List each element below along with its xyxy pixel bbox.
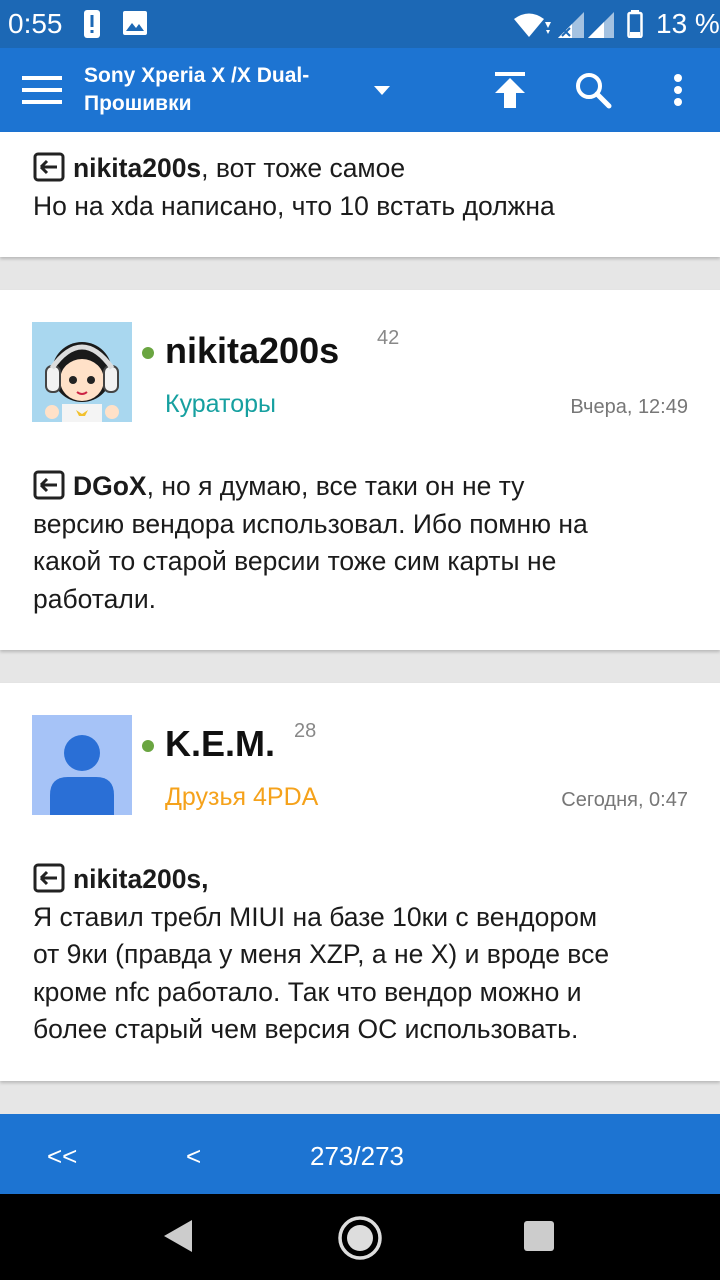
search-icon[interactable] <box>571 68 615 112</box>
post-card: K.E.M. 28 Друзья 4PDA Сегодня, 0:47 niki… <box>0 683 720 1081</box>
battery-icon <box>627 10 643 43</box>
user-group: Друзья 4PDA <box>165 783 319 811</box>
post-text-line: от 9ки (правда у меня XZP, а не X) и вро… <box>33 939 610 969</box>
reply-icon[interactable] <box>33 863 65 893</box>
reply-icon[interactable] <box>33 470 65 500</box>
prev-page-button[interactable]: < <box>186 1141 201 1172</box>
post-text-line: кроме nfc работало. Так что вендор можно… <box>33 976 582 1007</box>
wifi-icon <box>512 12 552 43</box>
post-text: DGoX, но я думаю, все таки он не ту верс… <box>33 468 588 618</box>
topic-title[interactable]: Sony Xperia X /X Dual- Прошивки <box>84 62 309 118</box>
post-text: nikita200s, Я ставил требл MIUI на базе … <box>33 861 609 1049</box>
post-text-line: какой то старой версии тоже сим карты не <box>33 546 557 576</box>
toolbar: Sony Xperia X /X Dual- Прошивки <box>0 48 720 132</box>
image-icon <box>122 10 148 41</box>
online-indicator <box>142 347 154 359</box>
post-date: Сегодня, 0:47 <box>561 789 688 811</box>
page-indicator[interactable]: 273/273 <box>310 1141 404 1172</box>
reply-nick-link[interactable]: nikita200s <box>73 153 201 183</box>
reputation[interactable]: 42 <box>377 327 399 350</box>
dropdown-arrow-icon[interactable] <box>370 82 394 98</box>
post-text-line: версию вендора использовал. Ибо помню на <box>33 508 588 539</box>
system-nav-bar <box>0 1194 720 1280</box>
post-text-line: более старый чем версия ОС использовать. <box>33 1014 579 1044</box>
post-card: nikita200s, вот тоже самое Но на xda нап… <box>0 132 720 257</box>
recents-icon[interactable] <box>524 1221 554 1256</box>
post-text-line: Но на xda написано, что 10 встать должна <box>33 190 555 221</box>
status-bar: 0:55 13 % <box>0 0 720 48</box>
pagination-bar: << < 273/273 <box>0 1114 720 1194</box>
avatar[interactable] <box>32 715 132 815</box>
back-icon[interactable] <box>163 1219 193 1258</box>
post-text-line: работали. <box>33 583 157 614</box>
post-text-line: Я ставил требл MIUI на базе 10ки с вендо… <box>33 901 598 932</box>
post-text: nikita200s, вот тоже самое Но на xda нап… <box>33 150 555 225</box>
online-indicator <box>142 740 154 752</box>
username[interactable]: nikita200s <box>165 330 339 372</box>
alert-icon <box>84 10 100 43</box>
username[interactable]: K.E.M. <box>165 723 275 765</box>
signal-icon <box>558 12 584 43</box>
post-date: Вчера, 12:49 <box>570 396 688 418</box>
topic-title-line1: Sony Xperia X /X Dual- <box>84 64 310 87</box>
avatar[interactable] <box>32 322 132 422</box>
post-text-line: , но я думаю, все таки он не ту <box>146 471 525 501</box>
more-icon[interactable] <box>662 68 694 112</box>
home-icon[interactable] <box>337 1215 383 1266</box>
status-time: 0:55 <box>8 8 63 39</box>
scroll-top-icon[interactable] <box>488 68 532 112</box>
reply-nick-link[interactable]: DGoX <box>73 471 147 501</box>
post-text-line: , вот тоже самое <box>201 153 406 183</box>
reply-nick-link[interactable]: nikita200s, <box>73 864 209 894</box>
battery-percent: 13 % <box>656 8 720 39</box>
reputation[interactable]: 28 <box>294 720 316 743</box>
post-card: nikita200s 42 Кураторы Вчера, 12:49 DGoX… <box>0 290 720 650</box>
reply-icon[interactable] <box>33 152 65 182</box>
menu-icon[interactable] <box>18 72 66 108</box>
topic-title-line2: Прошивки <box>84 92 192 115</box>
signal-icon <box>588 12 614 43</box>
first-page-button[interactable]: << <box>47 1141 77 1172</box>
user-group: Кураторы <box>165 390 276 418</box>
